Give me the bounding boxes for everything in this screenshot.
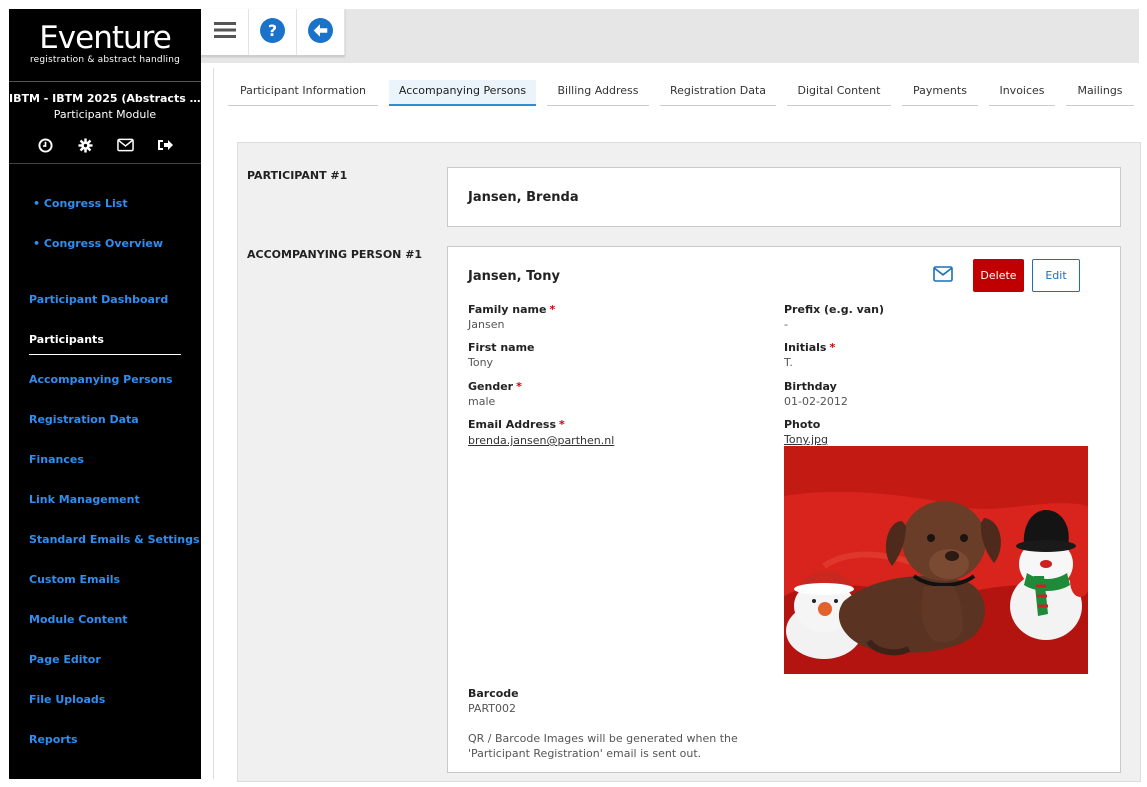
birthday-value: 01-02-2012 [784,395,848,408]
nav-participants[interactable]: Participants [29,333,104,346]
svg-text:?: ? [268,22,277,40]
main-panel: Participant Information Accompanying Per… [213,68,1141,782]
sidebar-icon-row [9,136,201,154]
family-name-value: Jansen [468,318,505,331]
top-bar-gap [201,56,345,63]
nav-finances[interactable]: Finances [29,453,84,466]
accompanying-person-name: Jansen, Tony [468,269,560,284]
envelope-icon[interactable] [116,136,134,154]
back-button[interactable] [297,9,345,55]
sidebar-divider [9,81,201,82]
gender-label-text: Gender [468,380,514,393]
module-name: Participant Module [53,108,157,121]
required-marker: * [549,303,556,316]
required-marker: * [829,341,836,354]
tab-invoices[interactable]: Invoices [989,80,1055,106]
first-name-label: First name [468,341,535,354]
help-icon: ? [260,17,285,47]
birthday-label: Birthday [784,380,837,393]
sidebar: Eventure registration & abstract handlin… [9,9,201,779]
logo-name: Eventure [39,20,172,56]
barcode-label: Barcode [468,687,519,700]
tab-participant-information[interactable]: Participant Information [228,80,378,106]
participant-card: Jansen, Brenda [447,167,1121,227]
active-nav-underline [29,354,181,355]
logout-icon[interactable] [156,136,174,154]
send-email-button[interactable] [933,266,955,284]
family-name-label-text: Family name [468,303,547,316]
participant-name: Jansen, Brenda [468,190,579,205]
photo-link[interactable]: Tony.jpg [784,433,828,446]
initials-value: T. [784,356,793,369]
prefix-label: Prefix (e.g. van) [784,303,885,316]
sidebar-divider [9,163,201,164]
tab-accompanying-persons[interactable]: Accompanying Persons [389,80,536,106]
nav-file-uploads[interactable]: File Uploads [29,693,105,706]
barcode-value: PART002 [468,702,517,715]
email-label: Email Address * [468,418,565,431]
required-marker: * [559,418,565,431]
nav-congress-list[interactable]: • Congress List [33,197,128,210]
menu-button[interactable] [201,9,249,55]
nav-module-content[interactable]: Module Content [29,613,128,626]
nav-link-management[interactable]: Link Management [29,493,140,506]
photo-label: Photo [784,418,821,431]
gender-label: Gender * [468,380,522,393]
participant-label: PARTICIPANT #1 [247,169,348,182]
nav-reports[interactable]: Reports [29,733,78,746]
prefix-value: - [784,318,788,331]
tab-billing-address[interactable]: Billing Address [547,80,649,106]
nav-standard-emails[interactable]: Standard Emails & Settings [29,533,200,546]
logo: Eventure registration & abstract handlin… [9,21,201,65]
tab-mailings[interactable]: Mailings [1066,80,1134,106]
edit-button[interactable]: Edit [1032,259,1080,292]
tab-digital-content[interactable]: Digital Content [787,80,891,106]
tab-payments[interactable]: Payments [902,80,978,106]
photo-image[interactable] [784,446,1088,674]
accompanying-person-card: Jansen, Tony Delete Edit Family name * Ja… [447,246,1121,773]
envelope-icon [933,266,953,282]
barcode-note-line2: 'Participant Registration' email is sent… [468,747,702,760]
logo-tagline: registration & abstract handling [29,55,181,65]
tab-registration-data[interactable]: Registration Data [660,80,776,106]
nav-page-editor[interactable]: Page Editor [29,653,101,666]
nav-custom-emails[interactable]: Custom Emails [29,573,120,586]
email-label-text: Email Address [468,418,557,431]
gender-value: male [468,395,496,408]
nav-accompanying-persons[interactable]: Accompanying Persons [29,373,173,386]
clock-icon[interactable] [36,136,54,154]
required-marker: * [516,380,522,393]
nav-congress-overview[interactable]: • Congress Overview [33,237,163,250]
back-icon [308,17,333,47]
delete-button[interactable]: Delete [973,259,1024,292]
barcode-note-line1: QR / Barcode Images will be generated wh… [468,732,738,745]
email-link[interactable]: brenda.jansen@parthen.nl [468,434,614,447]
accompanying-person-label: ACCOMPANYING PERSON #1 [247,248,423,261]
congress-title: IBTM - IBTM 2025 (Abstracts & Participan… [9,92,201,105]
help-button[interactable]: ? [249,9,297,55]
gear-icon[interactable] [76,136,94,154]
family-name-label: Family name * [468,303,555,316]
menu-icon [213,21,236,43]
content-area: PARTICIPANT #1 Jansen, Brenda ACCOMPANYI… [237,142,1141,782]
nav-registration-data[interactable]: Registration Data [29,413,139,426]
top-bar [345,9,1139,63]
first-name-value: Tony [468,356,494,369]
nav-participant-dashboard[interactable]: Participant Dashboard [29,293,168,306]
initials-label-text: Initials [784,341,827,354]
initials-label: Initials * [784,341,835,354]
toolbar: ? [201,9,345,56]
